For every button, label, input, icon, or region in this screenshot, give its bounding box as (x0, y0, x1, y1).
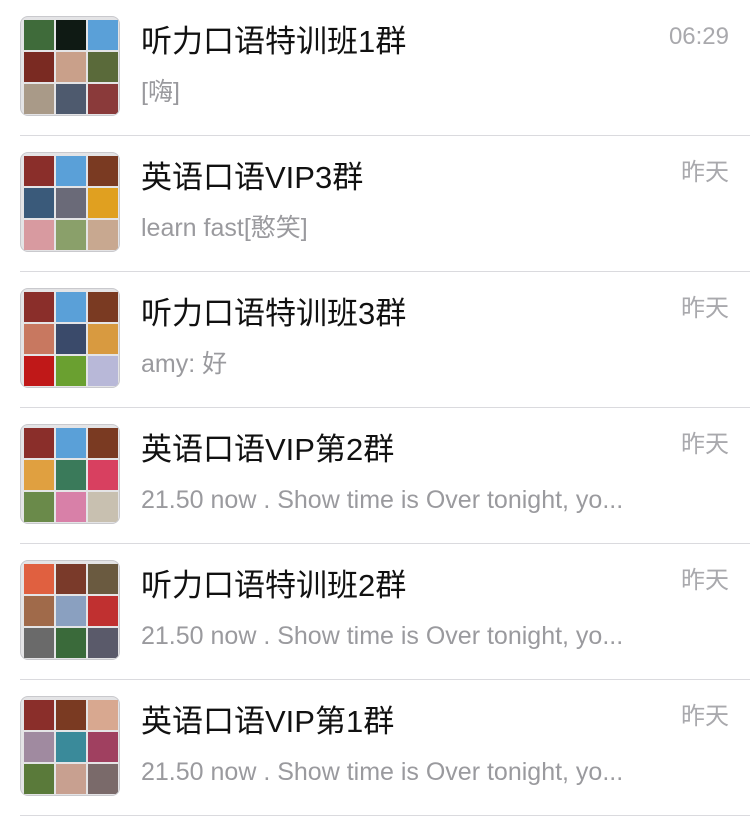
avatar-tile (24, 428, 54, 458)
avatar-tile (88, 356, 118, 386)
avatar-tile (56, 52, 86, 82)
avatar-tile (88, 84, 118, 114)
avatar-tile (56, 460, 86, 490)
avatar-tile (24, 492, 54, 522)
avatar-tile (56, 564, 86, 594)
avatar-tile (88, 732, 118, 762)
chat-list: 听力口语特训班1群 06:29 [嗨] 英语口语VIP3群 昨天 learn fast[憨… (0, 0, 750, 824)
chat-name: 听力口语特训班2群 (141, 568, 407, 603)
chat-preview: 21.50 now . Show time is Over tonight, y… (141, 758, 624, 786)
avatar-tile (56, 492, 86, 522)
avatar-tile (88, 596, 118, 626)
avatar-tile (24, 460, 54, 490)
chat-time: 昨天 (681, 431, 729, 458)
avatar-tile (88, 428, 118, 458)
avatar-tile (56, 732, 86, 762)
avatar-tile (24, 84, 54, 114)
chat-name: 英语口语VIP3群 (141, 160, 364, 195)
chat-row[interactable]: 英语口语VIP3群 昨天 learn fast[憨笑] (0, 136, 750, 272)
avatar-tile (88, 564, 118, 594)
chat-row[interactable]: 听力口语特训班3群 昨天 amy: 好 (0, 272, 750, 408)
chat-time: 昨天 (681, 295, 729, 322)
chat-row[interactable]: 英语口语VIP第2群 昨天 21.50 now . Show time is Ove… (0, 408, 750, 544)
avatar-tile (24, 596, 54, 626)
avatar-tile (88, 700, 118, 730)
group-avatar (20, 16, 120, 116)
avatar-tile (24, 20, 54, 50)
avatar-tile (24, 700, 54, 730)
group-avatar (20, 696, 120, 796)
chat-row[interactable]: 听力口语特训班1群 06:29 [嗨] (0, 0, 750, 136)
avatar-tile (88, 220, 118, 250)
chat-preview: 21.50 now . Show time is Over tonight, y… (141, 622, 624, 650)
avatar-tile (24, 220, 54, 250)
avatar-tile (56, 156, 86, 186)
avatar-tile (56, 292, 86, 322)
row-divider (20, 815, 750, 816)
group-avatar (20, 152, 120, 252)
chat-preview: [嗨] (141, 78, 180, 106)
chat-time: 昨天 (681, 703, 729, 730)
avatar-tile (56, 20, 86, 50)
chat-time: 昨天 (681, 567, 729, 594)
avatar-tile (88, 764, 118, 794)
chat-preview: amy: 好 (141, 350, 228, 378)
avatar-tile (88, 492, 118, 522)
avatar-tile (56, 700, 86, 730)
avatar-tile (56, 628, 86, 658)
avatar-tile (56, 220, 86, 250)
avatar-tile (56, 764, 86, 794)
avatar-tile (56, 324, 86, 354)
avatar-tile (24, 52, 54, 82)
avatar-tile (88, 628, 118, 658)
chat-time: 06:29 (668, 23, 729, 50)
avatar-tile (88, 156, 118, 186)
avatar-tile (24, 188, 54, 218)
avatar-tile (24, 292, 54, 322)
avatar-tile (56, 84, 86, 114)
avatar-tile (56, 596, 86, 626)
avatar-tile (24, 628, 54, 658)
group-avatar (20, 560, 120, 660)
avatar-tile (88, 460, 118, 490)
avatar-tile (88, 52, 118, 82)
chat-row[interactable]: 英语口语VIP第1群 昨天 21.50 now . Show time is Ove… (0, 680, 750, 816)
avatar-tile (56, 356, 86, 386)
avatar-tile (56, 188, 86, 218)
avatar-tile (24, 732, 54, 762)
avatar-tile (24, 356, 54, 386)
chat-preview: learn fast[憨笑] (141, 214, 308, 242)
avatar-tile (88, 292, 118, 322)
avatar-tile (88, 188, 118, 218)
chat-name: 英语口语VIP第2群 (141, 432, 395, 467)
avatar-tile (24, 324, 54, 354)
chat-time: 昨天 (681, 159, 729, 186)
avatar-tile (56, 428, 86, 458)
group-avatar (20, 424, 120, 524)
avatar-tile (88, 324, 118, 354)
chat-name: 英语口语VIP第1群 (141, 704, 395, 739)
avatar-tile (24, 156, 54, 186)
chat-row[interactable]: 听力口语特训班2群 昨天 21.50 now . Show time is Over… (0, 544, 750, 680)
chat-name: 听力口语特训班3群 (141, 296, 407, 331)
chat-preview: 21.50 now . Show time is Over tonight, y… (141, 486, 624, 514)
avatar-tile (88, 20, 118, 50)
group-avatar (20, 288, 120, 388)
avatar-tile (24, 564, 54, 594)
chat-name: 听力口语特训班1群 (141, 24, 407, 59)
avatar-tile (24, 764, 54, 794)
